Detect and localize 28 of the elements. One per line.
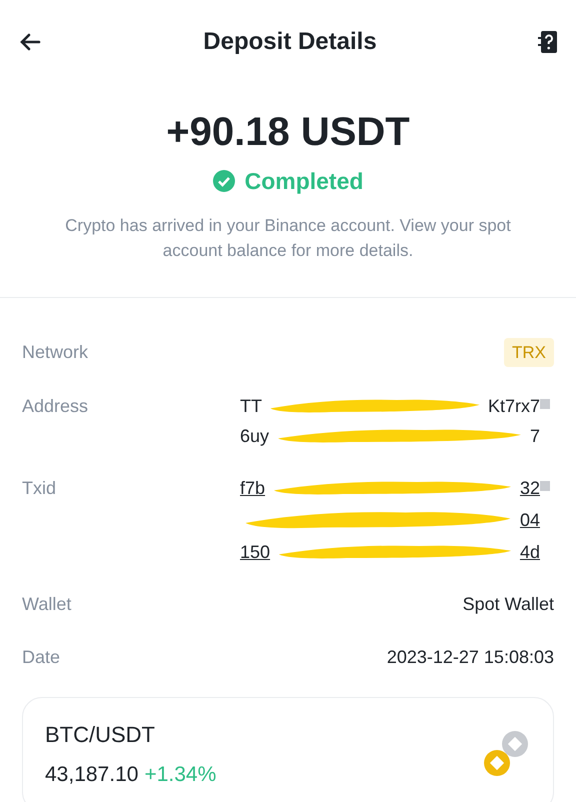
network-tag: TRX [504,338,554,367]
row-label: Network [22,340,88,364]
status-text: Completed [244,167,364,196]
row-label: Address [22,395,88,418]
help-document-icon[interactable] [538,30,558,54]
deposit-amount: +90.18 USDT [166,109,410,156]
row-label: Wallet [22,593,72,616]
hash-fragment[interactable]: 04 [520,507,540,533]
hash-fragment[interactable]: 150 [240,539,270,565]
hash-fragment[interactable]: 4d [520,539,540,565]
hash-fragment[interactable]: f7b [240,475,266,501]
hash-fragment: 7 [530,425,540,448]
page-title: Deposit Details [203,27,377,57]
hash-fragment[interactable]: 32 [520,475,540,501]
check-circle-icon [212,170,235,192]
hash-fragment: TT [240,395,262,418]
trading-pair: BTC/USDT [45,721,156,749]
market-card[interactable]: BTC/USDT 43,187.10 +1.34% [22,697,554,802]
pair-price: 43,187.10 [45,762,138,788]
hash-fragment: Kt7rx7 [488,395,540,418]
coins-icon [481,731,531,778]
hash-fragment: 6uy [240,425,270,448]
row-label: Txid [22,477,56,500]
price-change: +1.34% [144,762,216,788]
status-message: Crypto has arrived in your Binance account. View your spot account balance for more details. [64,214,512,262]
row-value: 2023-12-27 15:08:03 [386,646,554,669]
row-label: Date [22,646,60,669]
row-value: Spot Wallet [462,593,554,616]
